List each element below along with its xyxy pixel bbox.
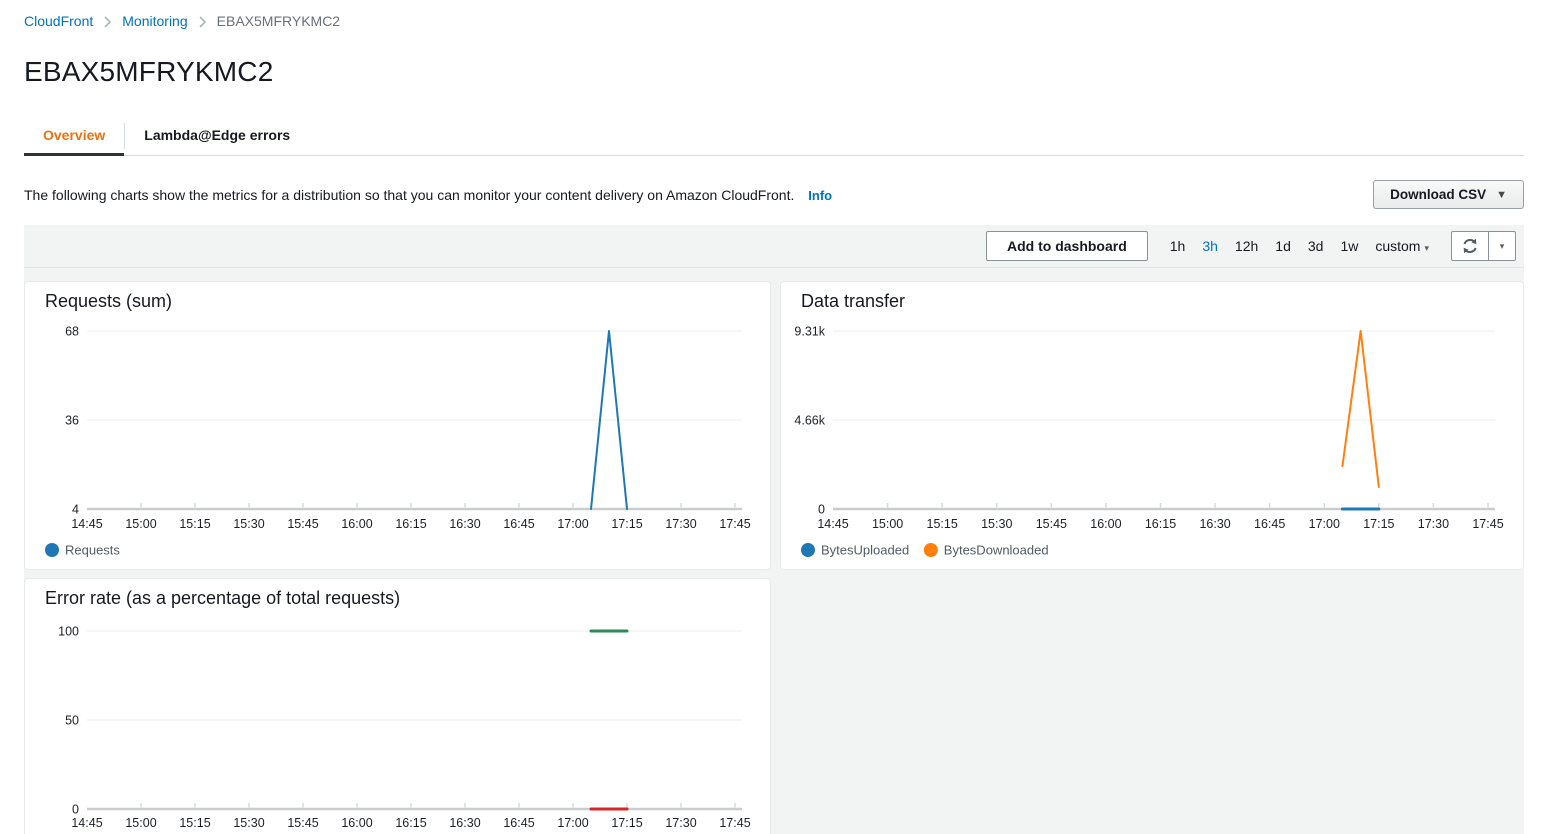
svg-text:17:30: 17:30 <box>665 517 696 531</box>
refresh-button[interactable] <box>1451 231 1489 261</box>
breadcrumb-separator-icon <box>199 16 206 28</box>
svg-text:4: 4 <box>72 503 79 517</box>
tab-lambda-edge-errors-label: Lambda@Edge errors <box>144 127 290 143</box>
page-title: EBAX5MFRYKMC2 <box>24 56 1524 88</box>
time-range-3h[interactable]: 3h <box>1202 238 1218 254</box>
svg-text:15:00: 15:00 <box>125 816 156 830</box>
svg-text:36: 36 <box>65 414 79 428</box>
time-range-1h[interactable]: 1h <box>1170 238 1186 254</box>
svg-text:17:45: 17:45 <box>719 517 750 531</box>
data-transfer-chart-card: Data transfer 9.31k 4.66k 014:45 15:00 15:15… <box>780 281 1524 570</box>
cloudfront-monitoring-page: CloudFront Monitoring EBAX5MFRYKMC2 EBAX… <box>0 0 1548 209</box>
svg-text:17:15: 17:15 <box>611 517 642 531</box>
time-range-selector: 1h 3h 12h 1d 3d 1w custom ▾ <box>1170 238 1429 254</box>
svg-text:16:30: 16:30 <box>449 816 480 830</box>
description-sentence: The following charts show the metrics fo… <box>24 187 794 203</box>
svg-text:16:00: 16:00 <box>341 816 372 830</box>
add-to-dashboard-button[interactable]: Add to dashboard <box>986 231 1148 261</box>
tab-bar: Overview Lambda@Edge errors <box>24 117 1524 156</box>
svg-text:15:30: 15:30 <box>233 517 264 531</box>
svg-text:17:00: 17:00 <box>1309 517 1340 531</box>
svg-text:15:15: 15:15 <box>179 816 210 830</box>
svg-text:4.66k: 4.66k <box>794 414 825 428</box>
data-transfer-chart: 9.31k 4.66k 014:45 15:00 15:15 15:30 15:45 16:0… <box>781 282 1523 569</box>
metrics-toolbar: Add to dashboard 1h 3h 12h 1d 3d 1w cust… <box>24 225 1524 268</box>
tab-overview-label: Overview <box>43 127 105 143</box>
time-range-custom-label: custom <box>1375 238 1420 254</box>
svg-text:17:15: 17:15 <box>1363 517 1394 531</box>
svg-text:16:15: 16:15 <box>1145 517 1176 531</box>
svg-text:15:45: 15:45 <box>1036 517 1067 531</box>
svg-text:16:15: 16:15 <box>395 517 426 531</box>
description-row: The following charts show the metrics fo… <box>24 180 1524 209</box>
svg-text:16:00: 16:00 <box>1090 517 1121 531</box>
requests-chart-card: Requests (sum) 68 36 414:45 15:00 15:15 15:30… <box>24 281 771 570</box>
info-link[interactable]: Info <box>808 188 832 203</box>
breadcrumb-separator-icon <box>104 16 111 28</box>
svg-text:Requests: Requests <box>65 543 120 558</box>
svg-text:14:45: 14:45 <box>817 517 848 531</box>
error-rate-chart-card: Error rate (as a percentage of total req… <box>24 578 771 834</box>
caret-down-icon: ▾ <box>1424 243 1429 253</box>
svg-text:15:15: 15:15 <box>927 517 958 531</box>
refresh-icon <box>1461 237 1479 255</box>
time-range-12h[interactable]: 12h <box>1235 238 1258 254</box>
svg-text:15:45: 15:45 <box>287 816 318 830</box>
time-range-3d[interactable]: 3d <box>1308 238 1324 254</box>
svg-text:16:00: 16:00 <box>341 517 372 531</box>
requests-chart: 68 36 414:45 15:00 15:15 15:30 15:45 16:00 16:15… <box>25 282 770 569</box>
svg-text:0: 0 <box>72 803 79 817</box>
refresh-button-group: ▾ <box>1451 231 1516 261</box>
svg-text:100: 100 <box>58 625 79 639</box>
svg-text:15:30: 15:30 <box>233 816 264 830</box>
error-rate-chart-title: Error rate (as a percentage of total req… <box>45 588 400 609</box>
svg-text:17:00: 17:00 <box>557 816 588 830</box>
breadcrumb-link-cloudfront[interactable]: CloudFront <box>24 13 93 29</box>
svg-text:17:45: 17:45 <box>1472 517 1503 531</box>
svg-text:17:45: 17:45 <box>719 816 750 830</box>
svg-text:14:45: 14:45 <box>71 517 102 531</box>
breadcrumb-link-monitoring[interactable]: Monitoring <box>122 13 187 29</box>
svg-text:14:45: 14:45 <box>71 816 102 830</box>
svg-text:16:45: 16:45 <box>503 816 534 830</box>
download-csv-label: Download CSV <box>1390 187 1486 202</box>
time-range-custom[interactable]: custom ▾ <box>1375 238 1429 254</box>
data-transfer-chart-title: Data transfer <box>801 291 905 312</box>
download-csv-button[interactable]: Download CSV ▼ <box>1373 180 1524 209</box>
refresh-options-button[interactable]: ▾ <box>1489 231 1516 261</box>
svg-text:68: 68 <box>65 325 79 339</box>
svg-text:16:30: 16:30 <box>449 517 480 531</box>
tab-lambda-edge-errors[interactable]: Lambda@Edge errors <box>125 117 309 155</box>
requests-chart-title: Requests (sum) <box>45 291 172 312</box>
tab-overview[interactable]: Overview <box>24 117 124 155</box>
time-range-1w[interactable]: 1w <box>1340 238 1358 254</box>
description-text: The following charts show the metrics fo… <box>24 187 832 203</box>
svg-text:17:15: 17:15 <box>611 816 642 830</box>
svg-text:BytesDownloaded: BytesDownloaded <box>944 543 1049 558</box>
svg-text:17:30: 17:30 <box>665 816 696 830</box>
metrics-panel: Add to dashboard 1h 3h 12h 1d 3d 1w cust… <box>24 225 1524 834</box>
svg-text:15:45: 15:45 <box>287 517 318 531</box>
error-rate-chart: 100 50 014:45 15:00 15:15 15:30 15:45 16:00 16:1… <box>25 579 770 834</box>
svg-text:15:00: 15:00 <box>872 517 903 531</box>
svg-text:17:00: 17:00 <box>557 517 588 531</box>
svg-text:15:15: 15:15 <box>179 517 210 531</box>
svg-text:15:00: 15:00 <box>125 517 156 531</box>
svg-text:15:30: 15:30 <box>981 517 1012 531</box>
svg-text:0: 0 <box>818 503 825 517</box>
svg-text:17:30: 17:30 <box>1418 517 1449 531</box>
svg-text:16:15: 16:15 <box>395 816 426 830</box>
time-range-1d[interactable]: 1d <box>1275 238 1291 254</box>
svg-text:16:45: 16:45 <box>503 517 534 531</box>
svg-text:16:30: 16:30 <box>1199 517 1230 531</box>
svg-text:16:45: 16:45 <box>1254 517 1285 531</box>
breadcrumb: CloudFront Monitoring EBAX5MFRYKMC2 <box>24 0 1524 29</box>
breadcrumb-current: EBAX5MFRYKMC2 <box>217 13 340 29</box>
svg-text:BytesUploaded: BytesUploaded <box>821 543 909 558</box>
caret-down-icon: ▾ <box>1500 241 1505 252</box>
caret-down-icon: ▼ <box>1496 189 1507 201</box>
svg-text:50: 50 <box>65 714 79 728</box>
svg-text:9.31k: 9.31k <box>794 325 825 339</box>
